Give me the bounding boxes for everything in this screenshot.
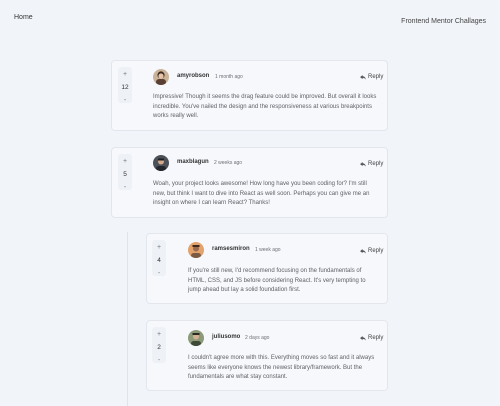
reply-icon [360, 161, 366, 167]
reply-label: Reply [368, 74, 384, 80]
downvote-button[interactable]: - [158, 270, 160, 277]
upvote-button[interactable]: + [123, 71, 127, 78]
reply-card: + 4 - ramsesmiron 1 week ago Reply If yo… [146, 233, 388, 304]
reply-card: + 2 - juliusomo 2 days ago Reply I could… [146, 320, 388, 391]
vote-counter: + 5 - [118, 154, 132, 191]
username[interactable]: ramsesmiron [212, 246, 250, 252]
upvote-button[interactable]: + [157, 331, 161, 338]
username[interactable]: juliusomo [212, 334, 240, 340]
timestamp: 1 month ago [215, 74, 243, 80]
username[interactable]: amyrobson [177, 73, 209, 79]
comment-card: + 5 - maxblagun 2 weeks ago Reply Woah, … [111, 147, 388, 218]
upvote-button[interactable]: + [157, 244, 161, 251]
comment-card: + 12 - amyrobson 1 month ago Reply Impre… [111, 60, 388, 131]
comment-text: Impressive! Though it seems the drag fea… [153, 94, 377, 119]
downvote-button[interactable]: - [158, 357, 160, 364]
username[interactable]: maxblagun [177, 159, 209, 165]
reply-icon [360, 74, 366, 80]
reply-icon [360, 248, 366, 254]
downvote-button[interactable]: - [124, 184, 126, 191]
reply-label: Reply [368, 335, 384, 341]
vote-counter: + 12 - [118, 67, 132, 104]
avatar-icon [153, 69, 169, 85]
reply-icon [360, 335, 366, 341]
avatar-icon [153, 155, 169, 171]
timestamp: 1 week ago [255, 247, 281, 253]
reply-button[interactable]: Reply [360, 74, 383, 80]
score-value: 2 [157, 344, 161, 351]
comment-text: Woah, your project looks awesome! How lo… [153, 181, 370, 206]
thread-line [127, 232, 128, 406]
reply-button[interactable]: Reply [360, 161, 383, 167]
comment-text: I couldn't agree more with this. Everyth… [188, 355, 375, 380]
downvote-button[interactable]: - [124, 97, 126, 104]
score-value: 12 [121, 84, 129, 91]
score-value: 5 [123, 171, 127, 178]
avatar-icon [188, 330, 204, 346]
timestamp: 2 days ago [245, 335, 270, 341]
reply-label: Reply [368, 248, 384, 254]
nav-home-link[interactable]: Home [14, 14, 33, 21]
reply-button[interactable]: Reply [360, 335, 383, 341]
reply-label: Reply [368, 161, 384, 167]
timestamp: 2 weeks ago [214, 160, 243, 166]
vote-counter: + 2 - [152, 327, 166, 364]
reply-button[interactable]: Reply [360, 248, 383, 254]
nav-title: Frontend Mentor Challages [401, 18, 486, 25]
avatar-icon [188, 242, 204, 258]
upvote-button[interactable]: + [123, 158, 127, 165]
vote-counter: + 4 - [152, 240, 166, 277]
comment-text: If you're still new, I'd recommend focus… [188, 268, 366, 293]
score-value: 4 [157, 257, 161, 264]
